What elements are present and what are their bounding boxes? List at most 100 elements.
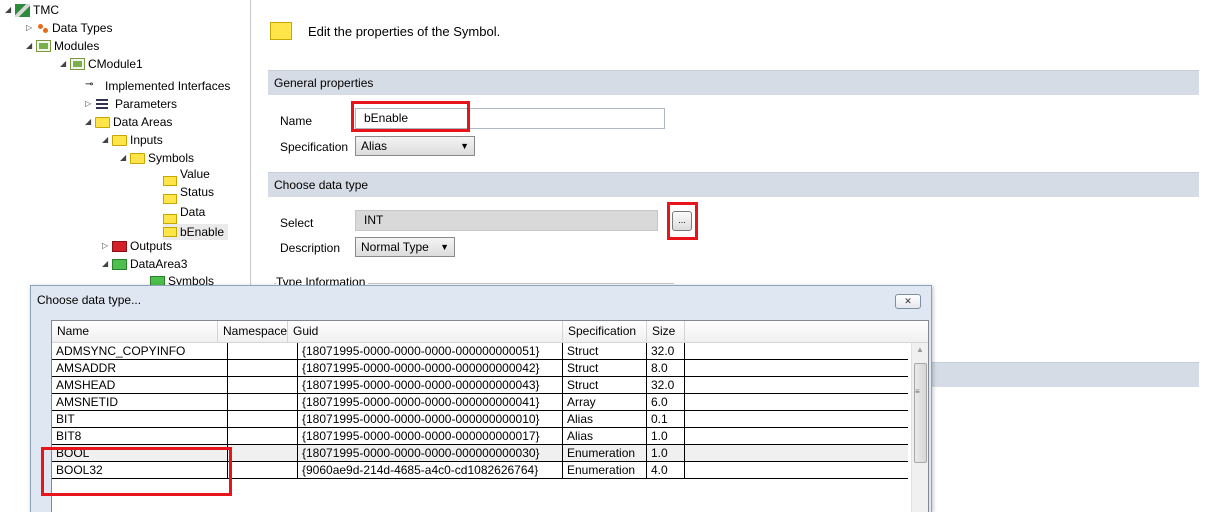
column-header-size[interactable]: Size bbox=[647, 321, 685, 343]
expand-icon[interactable]: ▷ bbox=[102, 240, 112, 252]
cell-specification: Alias bbox=[563, 428, 647, 445]
cell-namespace bbox=[228, 411, 298, 428]
vertical-scrollbar[interactable]: ▲ ≡ bbox=[911, 343, 928, 512]
collapse-icon[interactable]: ◢ bbox=[5, 4, 15, 16]
scroll-up-icon[interactable]: ▲ bbox=[916, 345, 924, 354]
cell-namespace bbox=[228, 343, 298, 360]
grip-icon: ≡ bbox=[915, 387, 920, 396]
expand-icon[interactable]: ▷ bbox=[85, 98, 95, 110]
tree-node-cmodule1[interactable]: ◢ CModule1 bbox=[60, 58, 143, 74]
symbols-icon bbox=[130, 153, 145, 164]
close-button[interactable]: ✕ bbox=[895, 294, 921, 309]
tree-node-tmc[interactable]: ◢ TMC bbox=[5, 4, 59, 20]
column-header-namespace[interactable]: Namespace bbox=[218, 321, 288, 343]
cell-size: 32.0 bbox=[647, 343, 685, 360]
table-row[interactable]: BOOL32 {9060ae9d-214d-4685-a4c0-cd108262… bbox=[52, 462, 908, 479]
collapse-icon[interactable]: ◢ bbox=[85, 116, 95, 128]
cell-specification: Struct bbox=[563, 343, 647, 360]
cell-size: 1.0 bbox=[647, 428, 685, 445]
cell-guid: {18071995-0000-0000-0000-000000000042} bbox=[298, 360, 563, 377]
tree-node-parameters[interactable]: ▷ Parameters bbox=[85, 98, 177, 114]
cell-name: AMSNETID bbox=[52, 394, 228, 411]
tree-node-implemented-interfaces[interactable]: ⊸ Implemented Interfaces bbox=[85, 80, 230, 96]
tree-node-data-areas[interactable]: ◢ Data Areas bbox=[85, 116, 172, 132]
cell-namespace bbox=[228, 428, 298, 445]
cell-name: AMSADDR bbox=[52, 360, 228, 377]
description-label: Description bbox=[280, 241, 341, 255]
cell-size: 32.0 bbox=[647, 377, 685, 394]
tmc-icon bbox=[15, 4, 30, 17]
description-select[interactable]: Normal Type ▼ bbox=[355, 237, 455, 257]
cell-specification: Enumeration bbox=[563, 462, 647, 479]
table-row[interactable]: AMSNETID {18071995-0000-0000-0000-000000… bbox=[52, 394, 908, 411]
table-row[interactable]: BIT8 {18071995-0000-0000-0000-0000000000… bbox=[52, 428, 908, 445]
browse-button[interactable]: ... bbox=[672, 211, 692, 231]
cell-name: BIT bbox=[52, 411, 228, 428]
cell-specification: Enumeration bbox=[563, 445, 647, 462]
choose-data-type-dialog: Choose data type... ✕ Name Namespace Gui… bbox=[30, 285, 932, 512]
collapse-icon[interactable]: ◢ bbox=[60, 58, 70, 70]
cell-empty bbox=[685, 343, 908, 360]
tree-node-data-types[interactable]: ▷ Data Types bbox=[26, 22, 112, 38]
data-type-grid: Name Namespace Guid Specification Size A… bbox=[51, 320, 929, 512]
table-row[interactable]: ADMSYNC_COPYINFO {18071995-0000-0000-000… bbox=[52, 343, 908, 360]
collapse-icon[interactable]: ◢ bbox=[120, 152, 130, 164]
tree-node-benable[interactable]: bEnable bbox=[163, 224, 229, 240]
symbol-icon bbox=[163, 214, 177, 224]
tree-node-outputs[interactable]: ▷ Outputs bbox=[102, 240, 172, 256]
table-row[interactable]: AMSHEAD {18071995-0000-0000-0000-0000000… bbox=[52, 377, 908, 394]
cell-guid: {18071995-0000-0000-0000-000000000051} bbox=[298, 343, 563, 360]
name-label: Name bbox=[280, 114, 313, 128]
table-row[interactable]: AMSADDR {18071995-0000-0000-0000-0000000… bbox=[52, 360, 908, 377]
cell-name: AMSHEAD bbox=[52, 377, 228, 394]
tree-node-inputs[interactable]: ◢ Inputs bbox=[102, 134, 163, 150]
tree-node-modules[interactable]: ◢ Modules bbox=[26, 40, 99, 56]
select-label: Select bbox=[280, 216, 314, 230]
cell-guid: {18071995-0000-0000-0000-000000000010} bbox=[298, 411, 563, 428]
tree-node-symbols[interactable]: ◢ Symbols bbox=[120, 152, 194, 168]
close-icon: ✕ bbox=[904, 296, 912, 306]
outputs-icon bbox=[112, 241, 127, 252]
cell-empty bbox=[685, 462, 908, 479]
table-row[interactable]: BIT {18071995-0000-0000-0000-00000000001… bbox=[52, 411, 908, 428]
table-row-selected[interactable]: BOOL {18071995-0000-0000-0000-0000000000… bbox=[52, 445, 908, 462]
cell-name: ADMSYNC_COPYINFO bbox=[52, 343, 228, 360]
cell-name: BIT8 bbox=[52, 428, 228, 445]
modules-icon bbox=[36, 40, 51, 52]
dataarea-icon bbox=[112, 259, 127, 270]
cell-guid: {18071995-0000-0000-0000-000000000017} bbox=[298, 428, 563, 445]
column-header-guid[interactable]: Guid bbox=[288, 321, 563, 343]
collapse-icon[interactable]: ◢ bbox=[26, 40, 36, 52]
inputs-icon bbox=[112, 135, 127, 146]
cell-namespace bbox=[228, 462, 298, 479]
cell-specification: Struct bbox=[563, 360, 647, 377]
collapse-icon[interactable]: ◢ bbox=[102, 258, 112, 270]
chevron-down-icon: ▼ bbox=[460, 141, 469, 151]
general-properties-header: General properties bbox=[268, 70, 1199, 95]
symbol-icon bbox=[163, 194, 177, 204]
cell-name: BOOL bbox=[52, 445, 228, 462]
name-field[interactable]: bEnable bbox=[355, 108, 665, 129]
choose-data-type-header: Choose data type bbox=[268, 172, 1199, 197]
expand-icon[interactable]: ▷ bbox=[26, 22, 36, 34]
tree-node-dataarea3[interactable]: ◢ DataArea3 bbox=[102, 258, 187, 274]
symbol-icon bbox=[270, 22, 292, 40]
specification-select[interactable]: Alias ▼ bbox=[355, 136, 475, 156]
cell-specification: Alias bbox=[563, 411, 647, 428]
parameters-icon bbox=[95, 98, 112, 111]
cell-namespace bbox=[228, 377, 298, 394]
specification-label: Specification bbox=[280, 140, 349, 154]
column-header-specification[interactable]: Specification bbox=[563, 321, 647, 343]
cell-size: 6.0 bbox=[647, 394, 685, 411]
solution-tree: ◢ TMC ▷ Data Types ◢ Modules ◢ CModule1 … bbox=[0, 0, 251, 290]
cell-guid: {18071995-0000-0000-0000-000000000041} bbox=[298, 394, 563, 411]
cell-empty bbox=[685, 394, 908, 411]
cell-guid: {18071995-0000-0000-0000-000000000030} bbox=[298, 445, 563, 462]
editor-header: Edit the properties of the Symbol. bbox=[270, 22, 500, 40]
cell-name: BOOL32 bbox=[52, 462, 228, 479]
collapse-icon[interactable]: ◢ bbox=[102, 134, 112, 146]
scroll-thumb[interactable] bbox=[914, 363, 927, 463]
column-header-name[interactable]: Name bbox=[52, 321, 218, 343]
cell-empty bbox=[685, 411, 908, 428]
symbol-icon bbox=[163, 227, 177, 237]
